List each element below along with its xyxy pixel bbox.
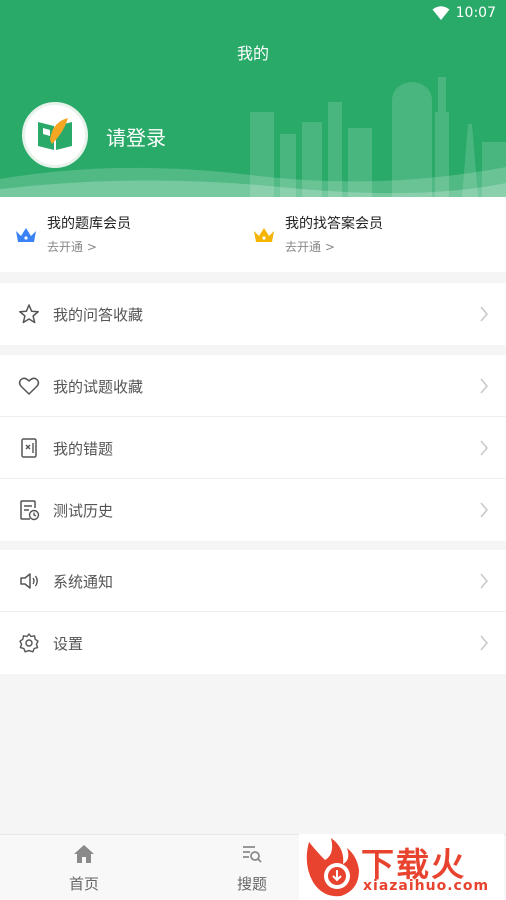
- menu-group-system: 系统通知 设置: [0, 550, 506, 674]
- watermark-logo: 下载火 xiazaihuo.com: [299, 834, 504, 900]
- heart-icon: [18, 377, 40, 395]
- membership-bar: 我的题库会员 去开通 > 我的找答案会员 去开通 >: [0, 197, 506, 272]
- membership-subtitle[interactable]: 去开通 >: [285, 238, 335, 255]
- membership-subtitle[interactable]: 去开通 >: [47, 238, 97, 255]
- menu-item-label: 我的试题收藏: [53, 378, 144, 396]
- membership-title: 我的题库会员: [47, 216, 131, 232]
- page-title: 我的: [236, 44, 269, 63]
- tab-label: 搜题: [236, 875, 267, 893]
- menu-item-label: 设置: [53, 635, 84, 653]
- chevron-right-icon: [480, 306, 488, 322]
- menu-item-test-history[interactable]: 测试历史: [0, 479, 506, 541]
- chevron-right-icon: [480, 502, 488, 518]
- membership-title: 我的找答案会员: [285, 216, 383, 232]
- status-bar: 10:07: [0, 0, 506, 28]
- app-logo-icon: [38, 118, 72, 150]
- menu-item-settings[interactable]: 设置: [0, 612, 506, 674]
- tab-home[interactable]: 首页: [21, 835, 147, 900]
- crown-icon: [16, 228, 36, 242]
- menu-group-qa: 我的问答收藏: [0, 283, 506, 345]
- header-wave-decoration: [0, 167, 506, 197]
- profile-header: 10:07 我的 请登录: [0, 0, 506, 197]
- speaker-icon: [20, 573, 38, 589]
- menu-item-wrong-questions[interactable]: 我的错题: [0, 417, 506, 479]
- wrong-question-icon: [21, 438, 37, 458]
- menu-item-label: 系统通知: [53, 573, 114, 591]
- menu-item-question-favorites[interactable]: 我的试题收藏: [0, 355, 506, 417]
- flame-logo-icon: [306, 838, 359, 897]
- tab-label: 首页: [68, 875, 99, 893]
- wifi-icon: [432, 6, 450, 20]
- menu-item-label: 测试历史: [53, 502, 114, 520]
- avatar[interactable]: [22, 102, 88, 168]
- menu-item-label: 我的问答收藏: [53, 306, 144, 324]
- crown-icon: [254, 228, 274, 242]
- chevron-right-icon: [480, 573, 488, 589]
- star-icon: [19, 304, 39, 324]
- answer-finder-membership[interactable]: 我的找答案会员 去开通 >: [252, 211, 492, 261]
- menu-item-qa-favorites[interactable]: 我的问答收藏: [0, 283, 506, 345]
- menu-group-questions: 我的试题收藏 我的错题 测试历史: [0, 355, 506, 541]
- login-prompt[interactable]: 请登录: [106, 122, 166, 151]
- watermark-url: xiazaihuo.com: [363, 878, 490, 894]
- menu-item-notifications[interactable]: 系统通知: [0, 550, 506, 612]
- question-bank-membership[interactable]: 我的题库会员 去开通 >: [14, 211, 234, 261]
- profile-screen: 10:07 我的 请登录 我的题库会员 去开通 > 我的找答案会员 去开通 > …: [0, 0, 506, 900]
- menu-item-label: 我的错题: [53, 440, 114, 458]
- history-icon: [20, 500, 40, 521]
- status-time: 10:07: [455, 5, 496, 21]
- chevron-right-icon: [480, 378, 488, 394]
- tab-search-question[interactable]: 搜题: [189, 835, 315, 900]
- search-list-icon: [243, 846, 262, 863]
- home-icon: [74, 845, 94, 863]
- chevron-right-icon: [480, 440, 488, 456]
- chevron-right-icon: [480, 635, 488, 651]
- gear-icon: [19, 633, 39, 653]
